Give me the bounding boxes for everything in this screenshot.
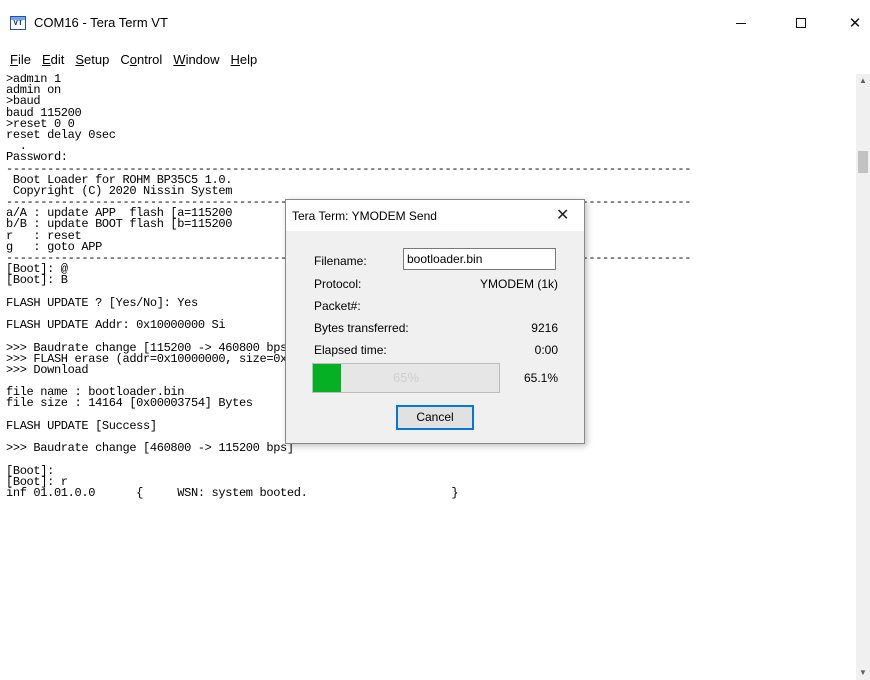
menu-window[interactable]: Window bbox=[173, 52, 219, 67]
bytes-transferred-label: Bytes transferred: bbox=[314, 321, 409, 335]
scroll-down-arrow-icon[interactable]: ▼ bbox=[856, 666, 870, 680]
terminal-line: admin on bbox=[6, 83, 61, 98]
menu-setup[interactable]: Setup bbox=[75, 52, 109, 67]
menu-control[interactable]: Control bbox=[120, 52, 162, 67]
dialog-title-bar: Tera Term: YMODEM Send ✕ bbox=[286, 200, 584, 231]
menu-edit[interactable]: Edit bbox=[42, 52, 64, 67]
menu-bar: File Edit Setup Control Window Help bbox=[0, 46, 870, 72]
scroll-up-arrow-icon[interactable]: ▲ bbox=[856, 74, 870, 88]
tera-term-app-icon[interactable]: VT bbox=[10, 16, 26, 30]
dialog-close-icon[interactable]: ✕ bbox=[556, 205, 569, 225]
window-title: COM16 - Tera Term VT bbox=[34, 15, 168, 30]
cancel-button[interactable]: Cancel bbox=[396, 405, 474, 430]
maximize-icon bbox=[796, 18, 806, 28]
menu-help[interactable]: Help bbox=[231, 52, 258, 67]
progress-ghost-text: 65% bbox=[392, 370, 420, 385]
scroll-thumb[interactable] bbox=[858, 151, 868, 173]
dialog-title: Tera Term: YMODEM Send bbox=[292, 209, 437, 223]
transfer-progress-bar: 65% bbox=[312, 363, 500, 393]
elapsed-time-value: 0:00 bbox=[534, 343, 558, 357]
terminal-line: reset delay 0sec bbox=[6, 127, 116, 142]
title-bar: VT COM16 - Tera Term VT ✕ bbox=[0, 0, 870, 46]
terminal-line: >baud bbox=[6, 94, 41, 109]
terminal-line: baud 115200 bbox=[6, 105, 82, 120]
vertical-scrollbar[interactable]: ▲ ▼ bbox=[856, 74, 870, 680]
terminal-line: inf 01.01.0.0 { WSN: system booted. } bbox=[6, 485, 459, 500]
minimize-button[interactable] bbox=[718, 0, 764, 46]
terminal-line: [Boot]: bbox=[6, 463, 54, 478]
terminal-line: >reset 0 0 bbox=[6, 116, 75, 131]
elapsed-time-label: Elapsed time: bbox=[314, 343, 387, 357]
terminal-line: >admin 1 bbox=[6, 74, 61, 86]
progress-percent: 65.1% bbox=[523, 371, 558, 385]
minimize-icon bbox=[736, 22, 746, 24]
menu-file[interactable]: File bbox=[10, 52, 31, 67]
terminal-line: . bbox=[6, 139, 27, 154]
protocol-label: Protocol: bbox=[314, 277, 362, 291]
close-icon: ✕ bbox=[848, 15, 862, 32]
close-button[interactable]: ✕ bbox=[832, 0, 870, 46]
protocol-value: YMODEM (1k) bbox=[480, 277, 558, 291]
ymodem-send-dialog: Tera Term: YMODEM Send ✕ Filename: bootl… bbox=[285, 199, 585, 444]
bytes-transferred-value: 9216 bbox=[531, 321, 558, 335]
maximize-button[interactable] bbox=[778, 0, 824, 46]
filename-field[interactable]: bootloader.bin bbox=[403, 248, 556, 270]
terminal-line: >>> Baudrate change [460800 -> 115200 bp… bbox=[6, 441, 294, 456]
packet-label: Packet#: bbox=[314, 299, 361, 313]
filename-label: Filename: bbox=[314, 254, 367, 268]
